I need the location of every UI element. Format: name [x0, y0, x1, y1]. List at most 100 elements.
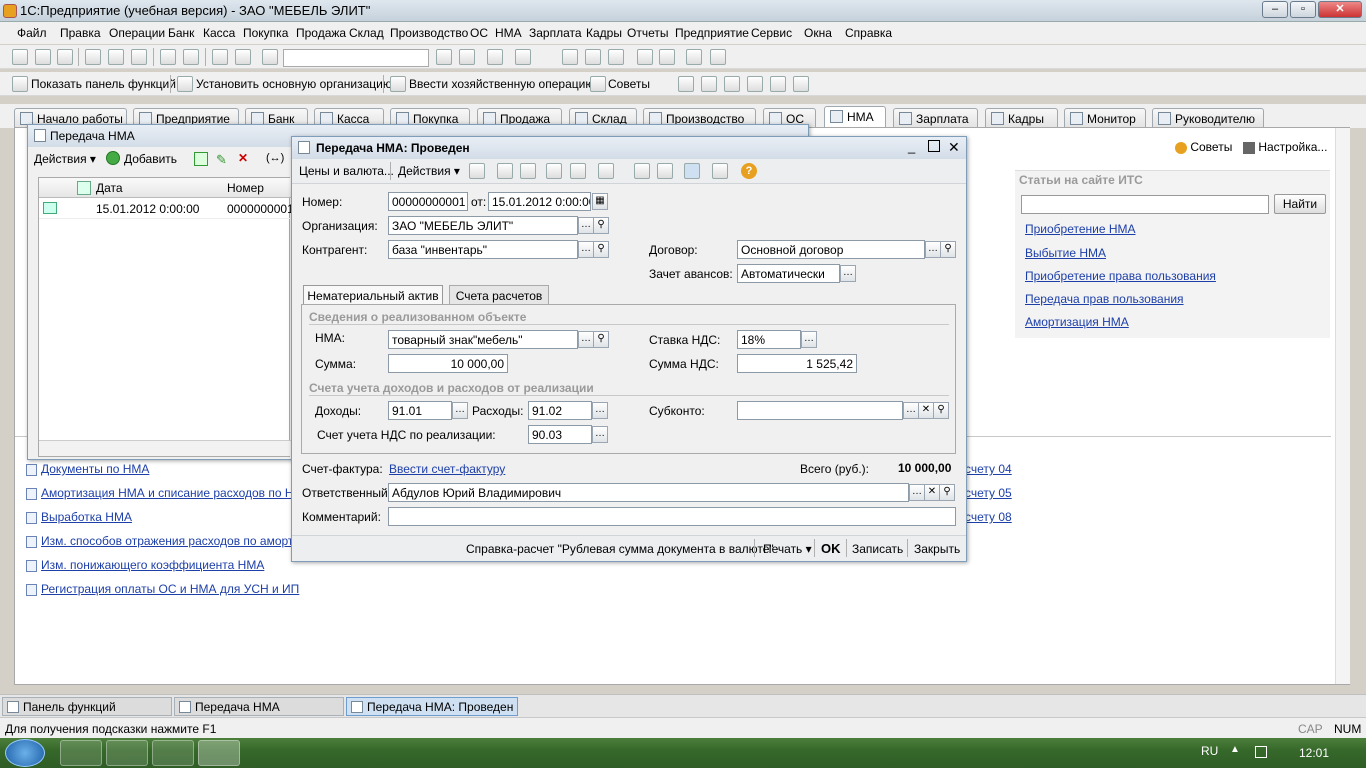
- print-icon[interactable]: [160, 49, 176, 65]
- org-field[interactable]: ЗАО "МЕБЕЛЬ ЭЛИТ": [388, 216, 578, 235]
- rashody-select-button[interactable]: …: [592, 402, 608, 419]
- tips-button[interactable]: Советы: [608, 77, 650, 91]
- delete-icon[interactable]: ✕: [238, 151, 248, 165]
- cut-icon[interactable]: [85, 49, 101, 65]
- search-combo[interactable]: [283, 49, 429, 67]
- window-tab-panel[interactable]: Панель функций: [2, 697, 172, 716]
- resp-search-icon[interactable]: ⚲: [939, 484, 955, 501]
- stavka-field[interactable]: 18%: [737, 330, 801, 349]
- org-select-button[interactable]: …: [578, 217, 594, 234]
- comment-field[interactable]: [388, 507, 956, 526]
- right-link-3[interactable]: счету 08: [965, 510, 1012, 524]
- save-icon[interactable]: [57, 49, 73, 65]
- register-icon[interactable]: [770, 76, 786, 92]
- edit-icon[interactable]: ✎: [216, 152, 227, 168]
- horizontal-scrollbar[interactable]: [39, 440, 291, 456]
- onec-icon[interactable]: [198, 740, 240, 766]
- language-indicator[interactable]: RU: [1201, 744, 1218, 758]
- copy-doc-icon[interactable]: [520, 163, 536, 179]
- nds-account-select-button[interactable]: …: [592, 426, 608, 443]
- its-search-input[interactable]: [1021, 195, 1269, 214]
- menu-warehouse[interactable]: Склад: [349, 26, 384, 40]
- tax-mode-icon[interactable]: [684, 163, 700, 179]
- subkonto-select-button[interactable]: …: [903, 402, 919, 419]
- enter-operation-button[interactable]: Ввести хозяйственную операцию: [409, 77, 594, 91]
- settings-link[interactable]: Настройка...: [1243, 140, 1327, 154]
- list-actions-button[interactable]: Действия ▾: [34, 152, 96, 166]
- nma-search-icon[interactable]: ⚲: [593, 331, 609, 348]
- contr-select-button[interactable]: …: [578, 241, 594, 258]
- tab-salary[interactable]: Зарплата: [893, 108, 978, 128]
- movements-icon[interactable]: [657, 163, 673, 179]
- tab-monitor[interactable]: Монитор: [1064, 108, 1146, 128]
- menu-reports[interactable]: Отчеты: [627, 26, 668, 40]
- structure-icon[interactable]: [701, 76, 717, 92]
- its-link-3[interactable]: Приобретение права пользования: [1025, 269, 1216, 283]
- resp-field[interactable]: Абдулов Юрий Владимирович: [388, 483, 909, 502]
- memory-plus-icon[interactable]: [659, 49, 675, 65]
- resp-select-button[interactable]: …: [909, 484, 925, 501]
- menu-operations[interactable]: Операции: [109, 26, 165, 40]
- copy-icon[interactable]: [108, 49, 124, 65]
- undo-icon[interactable]: [212, 49, 228, 65]
- word-icon[interactable]: [152, 740, 194, 766]
- resp-clear-icon[interactable]: ✕: [924, 484, 940, 501]
- create-based-icon[interactable]: [598, 163, 614, 179]
- dt-kt-icon[interactable]: [634, 163, 650, 179]
- right-link-2[interactable]: счету 05: [965, 486, 1012, 500]
- spravka-button[interactable]: Справка-расчет "Рублевая сумма документа…: [466, 542, 774, 556]
- clock[interactable]: 12:01: [1299, 746, 1329, 760]
- tray-arrow-icon[interactable]: ▲: [1230, 744, 1240, 755]
- preview-icon[interactable]: [183, 49, 199, 65]
- window-tab-document[interactable]: Передача НМА: Проведен: [346, 697, 518, 716]
- subkonto-search-icon[interactable]: ⚲: [933, 402, 949, 419]
- right-link-1[interactable]: счету 04: [965, 462, 1012, 476]
- firefox-icon[interactable]: [60, 740, 102, 766]
- tab-nma[interactable]: НМА: [824, 106, 886, 128]
- post-icon[interactable]: (↔): [266, 152, 284, 164]
- tab-nma-asset[interactable]: Нематериальный актив: [303, 285, 443, 305]
- left-link-2[interactable]: Амортизация НМА и списание расходов по Н…: [41, 486, 327, 500]
- report-icon[interactable]: [678, 76, 694, 92]
- number-field[interactable]: 00000000001: [388, 192, 468, 211]
- memory-m-icon[interactable]: [637, 49, 653, 65]
- panel-scrollbar[interactable]: [1335, 128, 1350, 684]
- info-icon[interactable]: [515, 49, 531, 65]
- find-next-icon[interactable]: [436, 49, 452, 65]
- ok-button[interactable]: OK: [821, 541, 841, 556]
- menu-sale[interactable]: Продажа: [296, 26, 346, 40]
- dog-field[interactable]: Основной договор: [737, 240, 925, 259]
- start-button[interactable]: [5, 739, 45, 767]
- dohody-field[interactable]: 91.01: [388, 401, 452, 420]
- subkonto-clear-icon[interactable]: ✕: [918, 402, 934, 419]
- open-icon[interactable]: [35, 49, 51, 65]
- help-icon[interactable]: ?: [741, 163, 757, 179]
- menu-nma[interactable]: НМА: [495, 26, 522, 40]
- maximize-icon[interactable]: [928, 140, 940, 152]
- menu-file[interactable]: Файл: [17, 26, 47, 40]
- redo-icon[interactable]: [235, 49, 251, 65]
- menu-windows[interactable]: Окна: [804, 26, 832, 40]
- menu-help[interactable]: Справка: [845, 26, 892, 40]
- dog-select-button[interactable]: …: [925, 241, 941, 258]
- nma-select-button[interactable]: …: [578, 331, 594, 348]
- calculator-icon[interactable]: [562, 49, 578, 65]
- table-row[interactable]: 15.01.2012 0:00:00 0000000001: [39, 199, 294, 219]
- menu-enterprise[interactable]: Предприятие: [675, 26, 749, 40]
- explorer-icon[interactable]: [106, 740, 148, 766]
- org-search-icon[interactable]: ⚲: [593, 217, 609, 234]
- network-icon[interactable]: [1255, 746, 1267, 758]
- find-button[interactable]: Найти: [1274, 194, 1326, 214]
- docs-icon[interactable]: [724, 76, 740, 92]
- show-panel-button[interactable]: Показать панель функций: [31, 77, 176, 91]
- post-close-icon[interactable]: [469, 163, 485, 179]
- close-icon[interactable]: ✕: [948, 139, 960, 156]
- left-link-1[interactable]: Документы по НМА: [41, 462, 149, 476]
- users-icon[interactable]: [608, 49, 624, 65]
- window-tab-list[interactable]: Передача НМА: [174, 697, 344, 716]
- sf-link[interactable]: Ввести счет-фактуру: [389, 462, 505, 476]
- nds-account-field[interactable]: 90.03: [528, 425, 592, 444]
- paste-icon[interactable]: [131, 49, 147, 65]
- maximize-button[interactable]: ▫: [1290, 1, 1316, 18]
- its-link-4[interactable]: Передача прав пользования: [1025, 292, 1184, 306]
